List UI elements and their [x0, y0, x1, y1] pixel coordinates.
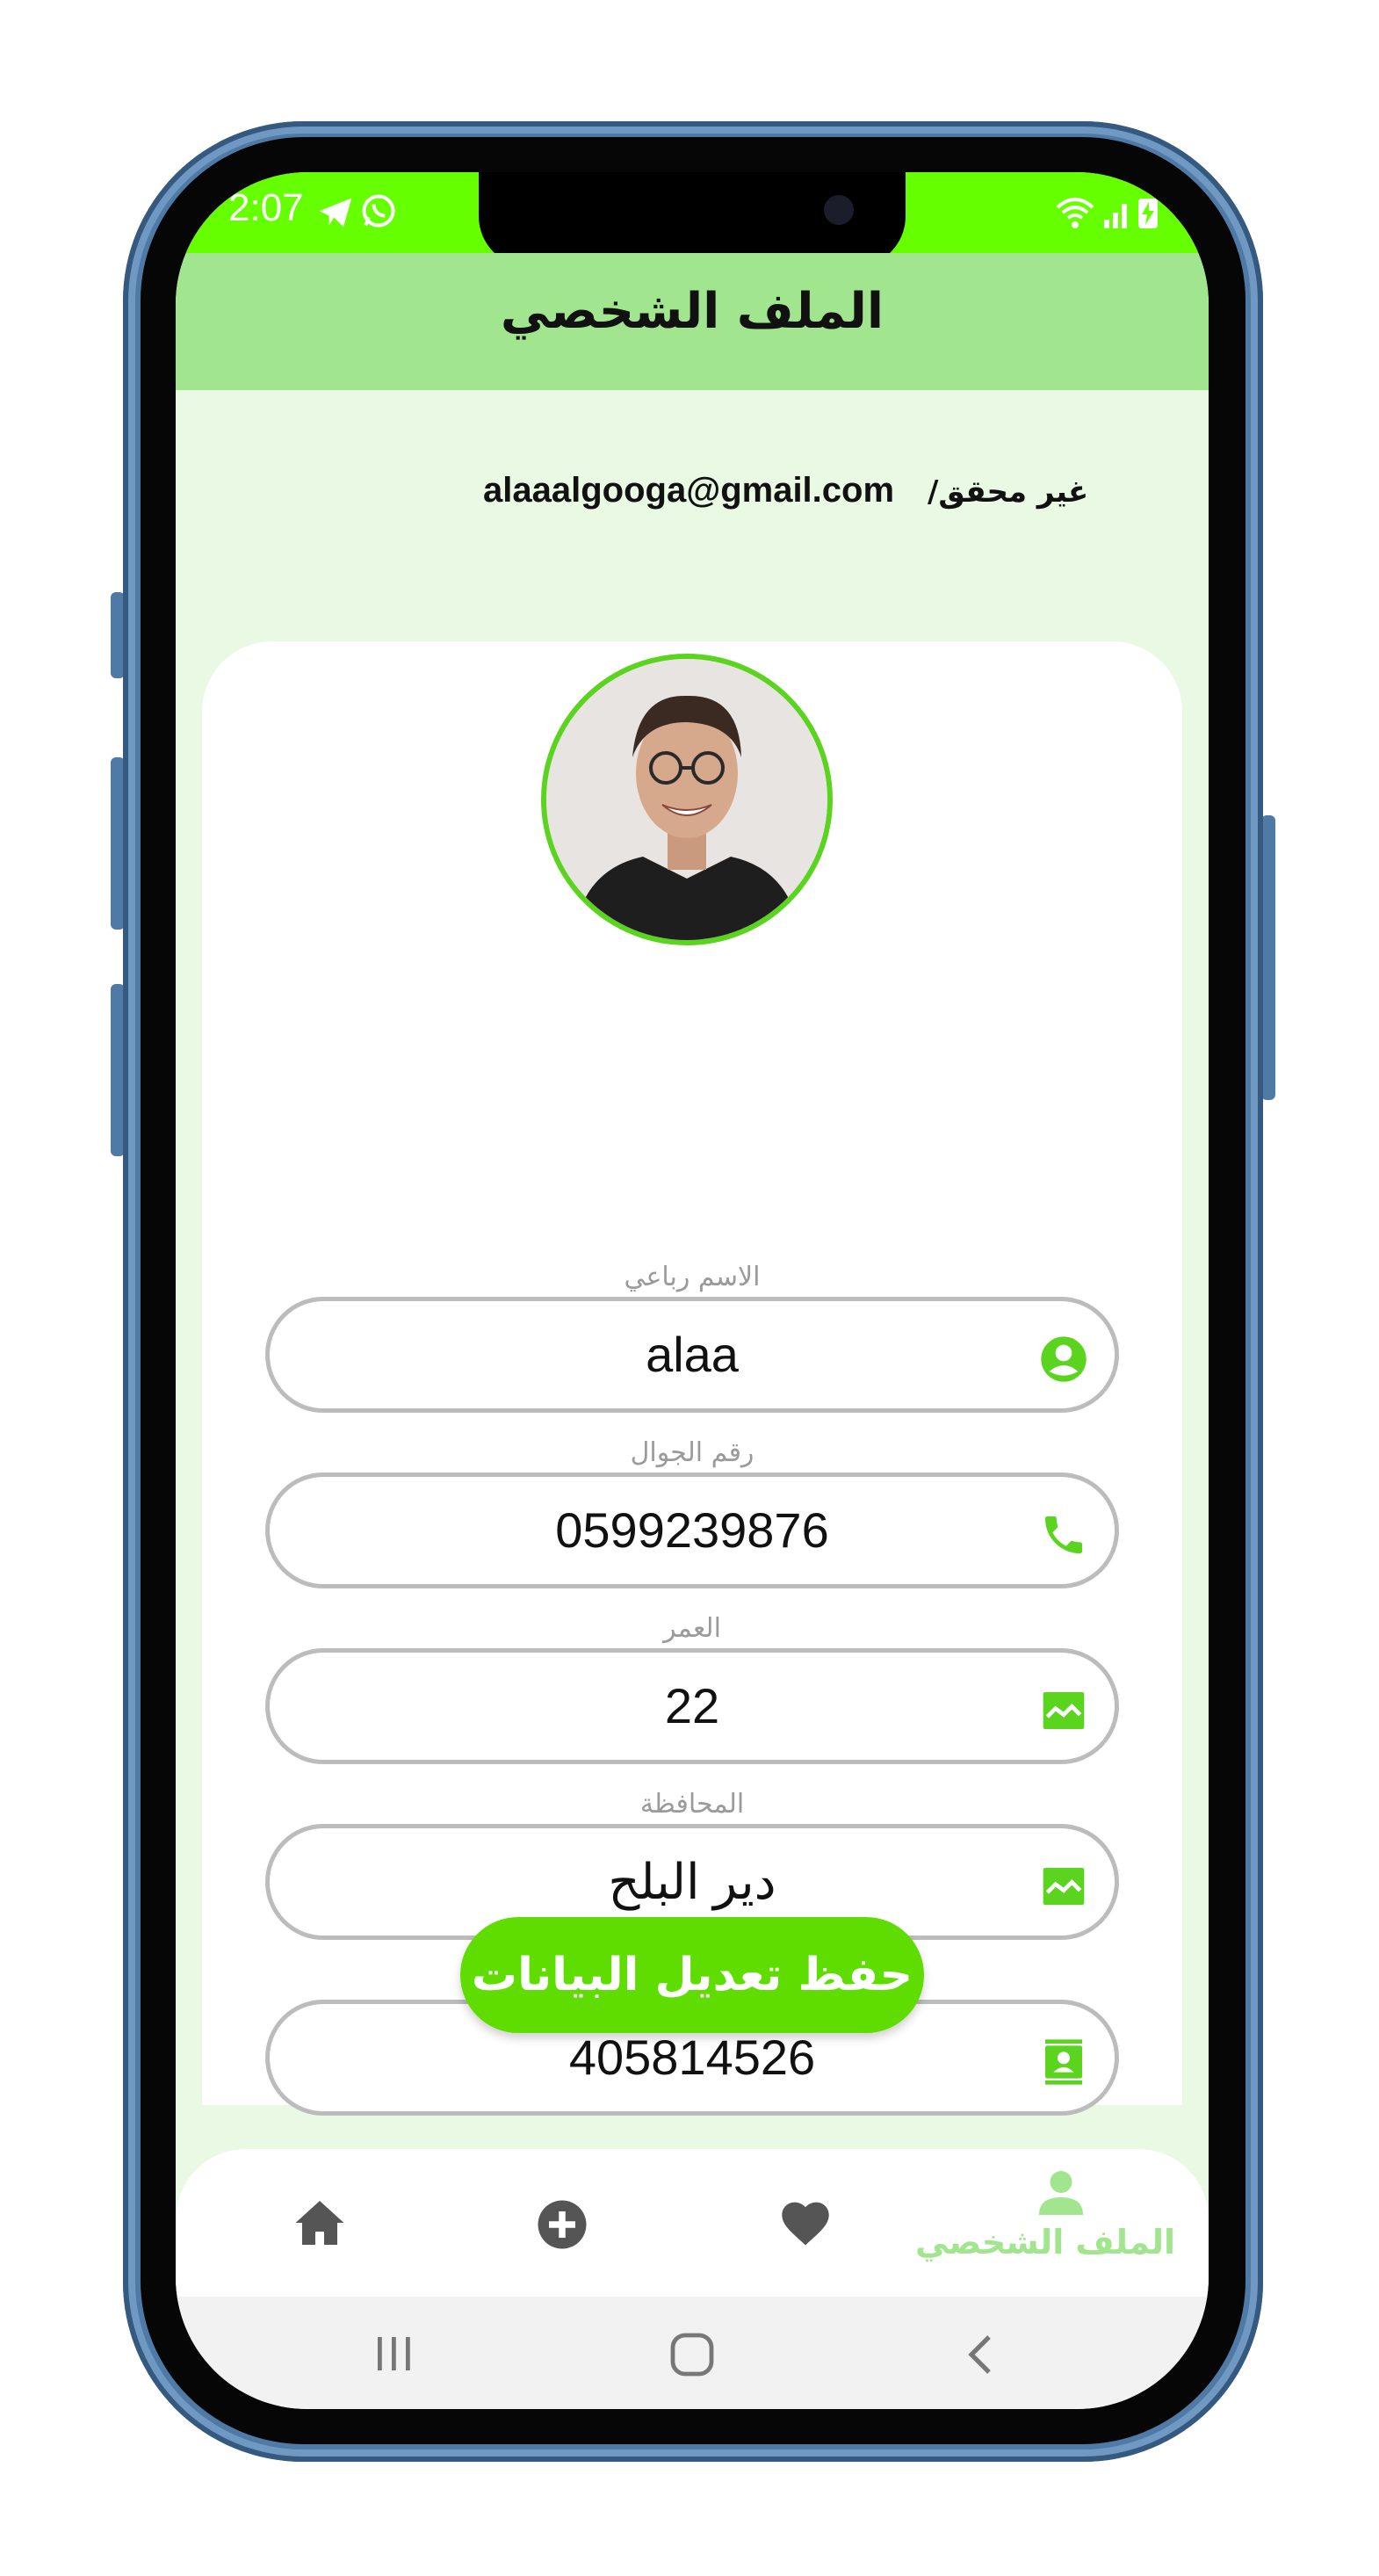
home-button-icon[interactable]: [669, 2332, 715, 2377]
phone-field[interactable]: 0599239876: [265, 1473, 1119, 1588]
power-button: [1261, 815, 1275, 1100]
phone-icon: [1045, 1516, 1082, 1553]
full-name-label: الاسم رباعي: [624, 1262, 761, 1292]
full-name-field[interactable]: alaa: [265, 1297, 1119, 1413]
person-icon: [1039, 2171, 1083, 2215]
save-changes-button[interactable]: حفظ تعديل البيانات: [460, 1917, 924, 2033]
page-title: الملف الشخصي: [500, 283, 884, 340]
phone-screen: 2:07 الملف الشخصي alaaalgooga@gmail.com …: [176, 172, 1209, 2409]
profile-card: الاسم رباعي alaa رقم الجوال 0599239876 ا…: [202, 641, 1182, 2116]
full-name-value: alaa: [646, 1327, 739, 1382]
photo-icon: [1043, 1868, 1085, 1905]
phone-value: 0599239876: [555, 1502, 829, 1558]
signal-icon: [1103, 204, 1127, 228]
avatar-photo: [546, 659, 827, 940]
add-circle-icon: [538, 2200, 587, 2249]
whatsapp-icon: [362, 194, 395, 228]
nav-favorites[interactable]: [778, 2198, 833, 2251]
account-circle-icon: [1041, 1336, 1087, 1382]
nav-home[interactable]: [293, 2198, 346, 2251]
governorate-label: المحافظة: [639, 1789, 745, 1820]
wifi-icon: [1056, 198, 1094, 228]
age-value: 22: [664, 1678, 720, 1733]
contact-card-icon: [1045, 2039, 1082, 2085]
back-icon[interactable]: [964, 2334, 996, 2376]
system-nav-bar: [176, 2297, 1209, 2409]
status-left-icons: [316, 192, 398, 234]
age-label: العمر: [663, 1613, 721, 1644]
avatar[interactable]: [541, 654, 833, 945]
front-camera: [824, 195, 854, 225]
home-icon: [295, 2201, 344, 2245]
bottom-nav: الملف الشخصي: [176, 2149, 1209, 2298]
phone-label: رقم الجوال: [630, 1437, 754, 1468]
nav-add[interactable]: [536, 2198, 588, 2254]
age-field[interactable]: 22: [265, 1648, 1119, 1764]
heart-icon: [782, 2202, 829, 2246]
id-number-value: 405814526: [568, 2030, 816, 2085]
governorate-value: دير البلح: [608, 1854, 776, 1909]
app-bar: الملف الشخصي: [176, 253, 1209, 390]
email-text: alaaalgooga@gmail.com: [483, 471, 895, 510]
verification-status[interactable]: غير محقق/: [928, 474, 1088, 510]
photo-icon: [1043, 1692, 1085, 1729]
status-right-icons: [1054, 195, 1159, 234]
nav-profile[interactable]: الملف الشخصي: [914, 2167, 1175, 2261]
recent-apps-icon[interactable]: [372, 2334, 416, 2374]
account-row: alaaalgooga@gmail.com غير محقق/: [176, 471, 1209, 524]
status-time: 2:07: [228, 186, 304, 229]
nav-profile-label: الملف الشخصي: [914, 2223, 1175, 2261]
battery-charging-icon: [1138, 199, 1158, 228]
telegram-icon: [319, 198, 352, 228]
